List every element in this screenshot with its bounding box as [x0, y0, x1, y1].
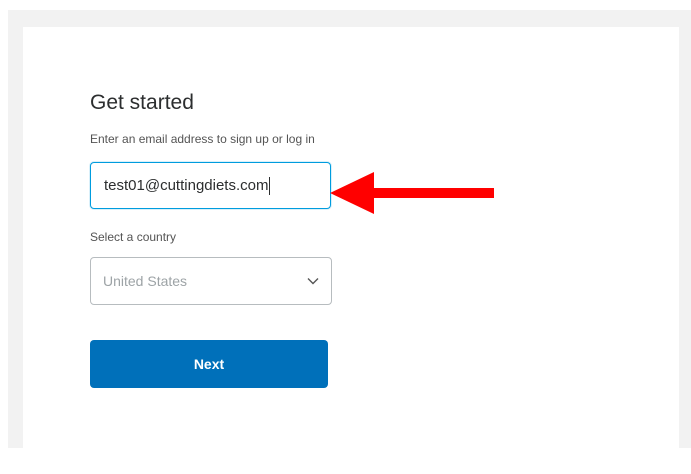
- email-text: test01@cuttingdiets.com: [104, 177, 269, 194]
- red-arrow-icon: [330, 172, 494, 214]
- page-title: Get started: [90, 91, 194, 114]
- country-selected-value: United States: [103, 273, 188, 289]
- chevron-down-icon: [307, 278, 319, 285]
- text-cursor: [269, 177, 271, 195]
- email-field[interactable]: test01@cuttingdiets.com: [90, 162, 331, 209]
- email-input-value[interactable]: test01@cuttingdiets.com: [104, 177, 271, 195]
- next-button[interactable]: Next: [90, 340, 328, 388]
- country-label: Select a country: [90, 230, 177, 244]
- signup-subtitle: Enter an email address to sign up or log…: [90, 132, 315, 146]
- country-select[interactable]: United States: [90, 257, 332, 305]
